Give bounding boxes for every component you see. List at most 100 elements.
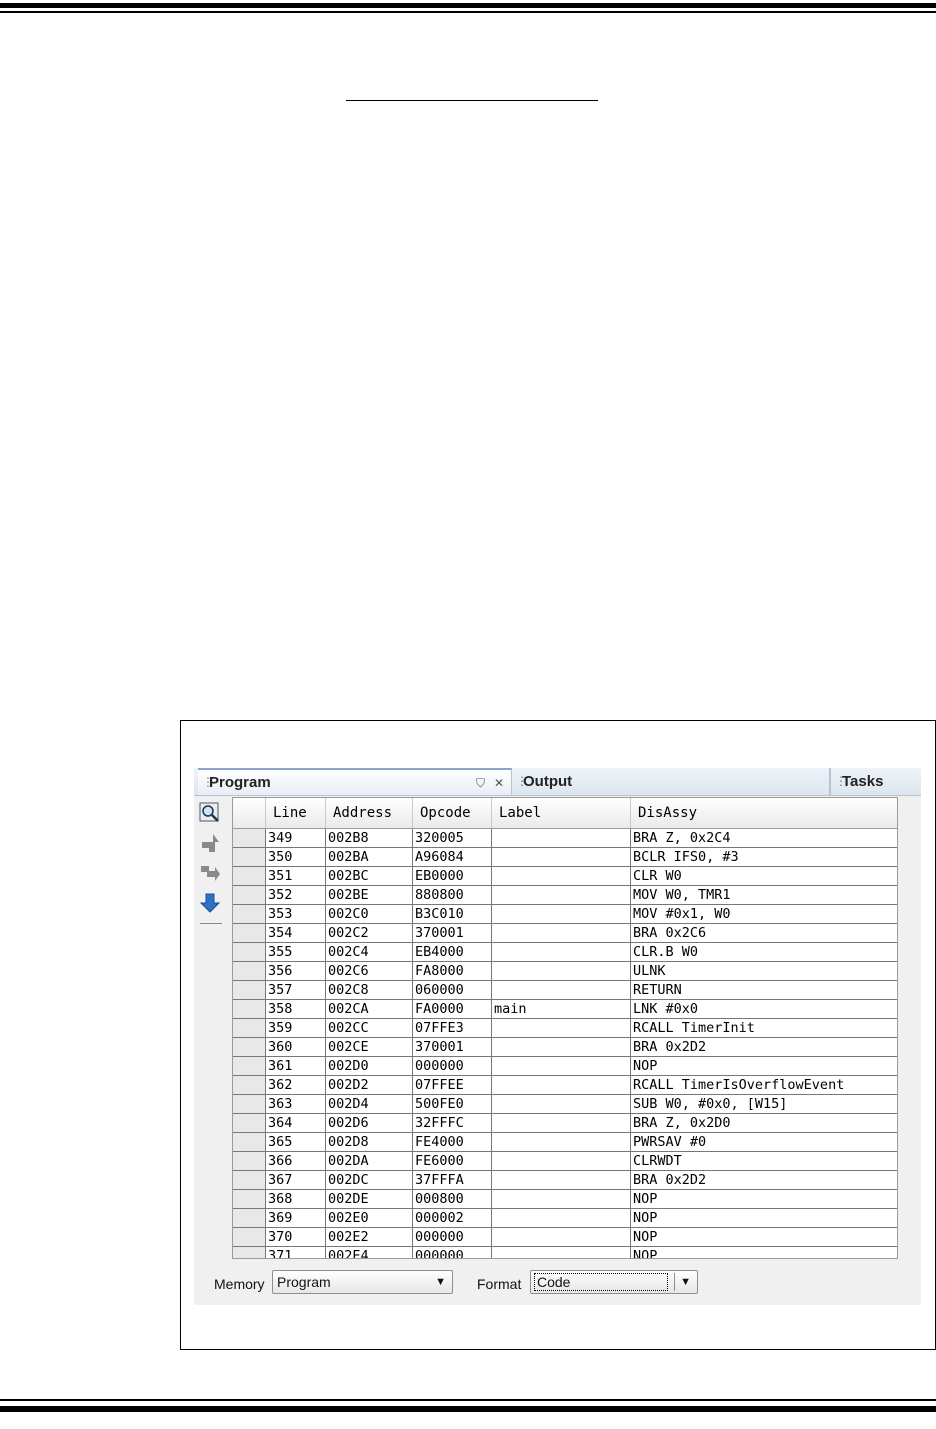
- table-body: 349 002B8 320005 BRA Z, 0x2C4 350 002BA A96084…: [233, 829, 897, 1258]
- down-arrow-icon[interactable]: [199, 892, 221, 914]
- table-row[interactable]: 353 002C0 B3C010 MOV #0x1, W0: [233, 905, 897, 924]
- row-gutter[interactable]: [233, 1019, 266, 1038]
- row-gutter[interactable]: [233, 943, 266, 962]
- cell-label: [492, 867, 631, 886]
- row-gutter[interactable]: [233, 1190, 266, 1209]
- zoom-icon[interactable]: [199, 802, 221, 824]
- cell-disassy: NOP: [631, 1190, 897, 1209]
- row-gutter[interactable]: [233, 1095, 266, 1114]
- table-row[interactable]: 362 002D2 07FFEE RCALL TimerIsOverflowEvent: [233, 1076, 897, 1095]
- table-row[interactable]: 369 002E0 000002 NOP: [233, 1209, 897, 1228]
- column-header-label[interactable]: Label: [492, 798, 631, 828]
- table-header: Line Address Opcode Label DisAssy: [233, 798, 897, 829]
- drag-grip-icon[interactable]: ⋮: [516, 768, 528, 795]
- table-row[interactable]: 351 002BC EB0000 CLR W0: [233, 867, 897, 886]
- cell-address: 002BE: [326, 886, 413, 905]
- table-row[interactable]: 367 002DC 37FFFA BRA 0x2D2: [233, 1171, 897, 1190]
- cell-address: 002B8: [326, 829, 413, 848]
- row-gutter[interactable]: [233, 848, 266, 867]
- table-row[interactable]: 355 002C4 EB4000 CLR.B W0: [233, 943, 897, 962]
- memory-label: Memory: [214, 1276, 265, 1292]
- tab-tasks[interactable]: ⋮Tasks: [830, 768, 921, 795]
- table-row[interactable]: 364 002D6 32FFFC BRA Z, 0x2D0: [233, 1114, 897, 1133]
- program-memory-table: Line Address Opcode Label DisAssy 349 002…: [232, 797, 898, 1259]
- cell-address: 002C0: [326, 905, 413, 924]
- step-back-icon[interactable]: [199, 862, 221, 884]
- memory-select-value: Program: [277, 1274, 331, 1290]
- table-row[interactable]: 356 002C6 FA8000 ULNK: [233, 962, 897, 981]
- cell-label: [492, 924, 631, 943]
- row-gutter[interactable]: [233, 905, 266, 924]
- table-row[interactable]: 354 002C2 370001 BRA 0x2C6: [233, 924, 897, 943]
- column-header-line[interactable]: Line: [266, 798, 326, 828]
- row-gutter[interactable]: [233, 1000, 266, 1019]
- format-select[interactable]: Code ▼: [530, 1270, 698, 1294]
- table-row[interactable]: 365 002D8 FE4000 PWRSAV #0: [233, 1133, 897, 1152]
- header-rule-thick: [0, 3, 936, 8]
- cell-disassy: MOV W0, TMR1: [631, 886, 897, 905]
- table-row[interactable]: 371 002E4 000000 NOP: [233, 1247, 897, 1258]
- table-row[interactable]: 360 002CE 370001 BRA 0x2D2: [233, 1038, 897, 1057]
- tab-output-label: Output: [523, 773, 573, 790]
- column-header-disassy[interactable]: DisAssy: [631, 798, 897, 828]
- table-row[interactable]: 359 002CC 07FFE3 RCALL TimerInit: [233, 1019, 897, 1038]
- cell-disassy: CLRWDT: [631, 1152, 897, 1171]
- table-row[interactable]: 349 002B8 320005 BRA Z, 0x2C4: [233, 829, 897, 848]
- cell-opcode: 07FFEE: [413, 1076, 492, 1095]
- chevron-down-icon[interactable]: ▼: [680, 1274, 691, 1290]
- drag-grip-icon[interactable]: ⋮: [202, 770, 214, 795]
- row-gutter[interactable]: [233, 924, 266, 943]
- column-header-opcode[interactable]: Opcode: [413, 798, 492, 828]
- step-into-icon[interactable]: [199, 832, 221, 854]
- cell-address: 002E4: [326, 1247, 413, 1258]
- cell-line: 364: [266, 1114, 326, 1133]
- cell-label: [492, 1095, 631, 1114]
- tool-strip: [194, 796, 228, 1256]
- table-row[interactable]: 361 002D0 000000 NOP: [233, 1057, 897, 1076]
- row-gutter[interactable]: [233, 1038, 266, 1057]
- table-row[interactable]: 350 002BA A96084 BCLR IFS0, #3: [233, 848, 897, 867]
- drag-grip-icon[interactable]: ⋮: [835, 768, 847, 795]
- row-gutter[interactable]: [233, 1076, 266, 1095]
- cell-address: 002D6: [326, 1114, 413, 1133]
- tab-program[interactable]: ⋮Program ⛉ ✕: [198, 768, 512, 795]
- cell-line: 350: [266, 848, 326, 867]
- row-gutter[interactable]: [233, 1228, 266, 1247]
- row-gutter[interactable]: [233, 867, 266, 886]
- row-gutter[interactable]: [233, 886, 266, 905]
- cell-label: [492, 1019, 631, 1038]
- cell-address: 002BA: [326, 848, 413, 867]
- row-gutter[interactable]: [233, 1247, 266, 1258]
- row-gutter[interactable]: [233, 1209, 266, 1228]
- row-gutter[interactable]: [233, 1152, 266, 1171]
- program-memory-window: ⋮Program ⛉ ✕ ⋮Output ⋮Tasks Line Address…: [194, 768, 921, 1305]
- table-row[interactable]: 363 002D4 500FE0 SUB W0, #0x0, [W15]: [233, 1095, 897, 1114]
- row-gutter[interactable]: [233, 1133, 266, 1152]
- cell-label: [492, 1076, 631, 1095]
- table-row[interactable]: 352 002BE 880800 MOV W0, TMR1: [233, 886, 897, 905]
- close-icon[interactable]: ✕: [494, 775, 504, 791]
- row-gutter[interactable]: [233, 981, 266, 1000]
- column-header-address[interactable]: Address: [326, 798, 413, 828]
- row-gutter[interactable]: [233, 829, 266, 848]
- cell-line: 355: [266, 943, 326, 962]
- cell-opcode: 320005: [413, 829, 492, 848]
- row-gutter[interactable]: [233, 1171, 266, 1190]
- table-row[interactable]: 358 002CA FA0000 main LNK #0x0: [233, 1000, 897, 1019]
- pin-icon[interactable]: ⛉: [476, 775, 485, 791]
- cell-disassy: BRA Z, 0x2C4: [631, 829, 897, 848]
- table-row[interactable]: 366 002DA FE6000 CLRWDT: [233, 1152, 897, 1171]
- tab-output[interactable]: ⋮Output: [512, 768, 830, 795]
- table-row[interactable]: 357 002C8 060000 RETURN: [233, 981, 897, 1000]
- chevron-down-icon[interactable]: ▼: [435, 1274, 446, 1290]
- cell-disassy: MOV #0x1, W0: [631, 905, 897, 924]
- table-row[interactable]: 370 002E2 000000 NOP: [233, 1228, 897, 1247]
- memory-select[interactable]: Program ▼: [272, 1270, 453, 1294]
- cell-label: [492, 1228, 631, 1247]
- row-gutter[interactable]: [233, 1057, 266, 1076]
- row-gutter[interactable]: [233, 962, 266, 981]
- cell-address: 002CC: [326, 1019, 413, 1038]
- row-gutter[interactable]: [233, 1114, 266, 1133]
- table-row[interactable]: 368 002DE 000800 NOP: [233, 1190, 897, 1209]
- cell-address: 002E0: [326, 1209, 413, 1228]
